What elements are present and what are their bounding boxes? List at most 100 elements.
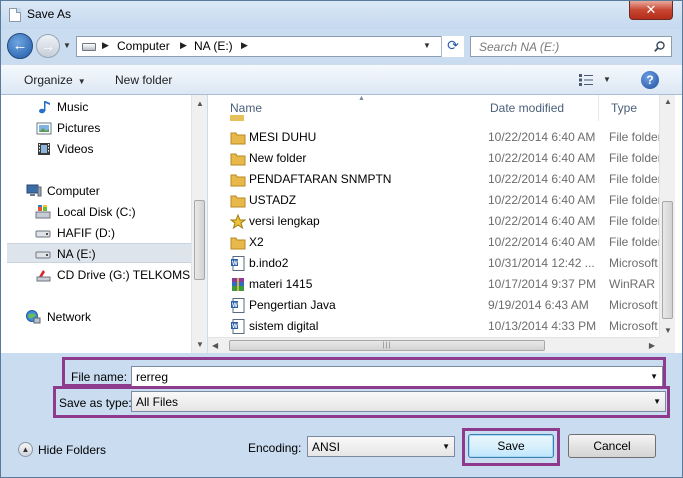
file-list-horizontal-scrollbar[interactable]: ◀ ||| ▶: [208, 337, 659, 353]
column-header-date[interactable]: Date modified: [478, 95, 599, 121]
address-bar[interactable]: ▶ Computer ▶ NA (E:) ▶ ▼: [76, 36, 464, 57]
scroll-down-icon[interactable]: ▼: [196, 340, 204, 349]
file-name: materi 1415: [249, 277, 313, 291]
folder-icon: [230, 195, 246, 208]
drive-icon: [35, 230, 51, 238]
file-name-input[interactable]: rerreg ▼: [131, 366, 663, 387]
file-name-label: File name:: [71, 370, 128, 384]
scroll-up-icon[interactable]: ▲: [196, 99, 204, 108]
nav-item-videos[interactable]: Videos: [1, 139, 191, 159]
help-icon[interactable]: ?: [641, 71, 659, 89]
scroll-down-icon[interactable]: ▼: [664, 326, 672, 335]
file-list-vertical-scrollbar[interactable]: ▲ ▼: [659, 95, 675, 337]
file-row[interactable]: New folder 10/22/2014 6:40 AM File folde…: [218, 148, 662, 169]
back-button[interactable]: ←: [7, 33, 33, 59]
scroll-left-icon[interactable]: ◀: [212, 341, 218, 350]
folder-icon: [230, 153, 246, 166]
file-row[interactable]: W Pengertian Java 9/19/2014 6:43 AM Micr…: [218, 295, 662, 316]
hide-folders-toggle[interactable]: ▲: [18, 442, 33, 457]
nav-item-local-disk[interactable]: Local Disk (C:): [1, 202, 191, 222]
scrollbar-thumb[interactable]: |||: [229, 340, 545, 351]
file-row[interactable]: X2 10/22/2014 6:40 AM File folder: [218, 232, 662, 253]
file-row[interactable]: versi lengkap 10/22/2014 6:40 AM File fo…: [218, 211, 662, 232]
nav-item-na-drive[interactable]: NA (E:): [7, 243, 191, 263]
organize-button[interactable]: Organize ▼: [24, 73, 86, 87]
file-row[interactable]: MESI DUHU 10/22/2014 6:40 AM File folder: [218, 127, 662, 148]
encoding-value: ANSI: [312, 440, 341, 454]
views-icon[interactable]: [579, 74, 593, 86]
scroll-up-icon[interactable]: ▲: [664, 97, 672, 106]
chevron-down-icon: ▼: [77, 77, 86, 86]
file-row[interactable]: W b.indo2 10/31/2014 12:42 ... Microsoft: [218, 253, 662, 274]
nav-pane-scrollbar[interactable]: ▲ ▼: [191, 95, 207, 353]
chevron-right-icon[interactable]: ▶: [241, 40, 248, 51]
nav-item-network[interactable]: Network: [1, 307, 191, 327]
refresh-button[interactable]: ⟳: [441, 36, 464, 57]
file-list: Name ▲ Date modified Type MESI DUHU 10/2…: [208, 95, 682, 353]
hide-folders-label[interactable]: Hide Folders: [38, 443, 106, 457]
cancel-button[interactable]: Cancel: [568, 434, 656, 458]
nav-item-music[interactable]: Music: [1, 97, 191, 117]
search-icon[interactable]: [654, 41, 665, 52]
scrollbar-corner: [659, 337, 675, 353]
nav-item-pictures[interactable]: Pictures: [1, 118, 191, 138]
file-name: New folder: [249, 151, 307, 165]
scrollbar-thumb[interactable]: [662, 201, 673, 319]
file-row[interactable]: PENDAFTARAN SNMPTN 10/22/2014 6:40 AM Fi…: [218, 169, 662, 190]
file-name-value: rerreg: [136, 370, 169, 384]
command-bar: Organize ▼ New folder ▼ ?: [1, 64, 682, 95]
nav-item-computer[interactable]: Computer: [1, 181, 191, 201]
breadcrumb-drive[interactable]: NA (E:): [194, 39, 233, 53]
computer-icon: [26, 184, 42, 197]
pictures-icon: [36, 122, 52, 135]
local-disk-icon: [35, 205, 51, 219]
column-header-name[interactable]: Name ▲: [218, 95, 488, 121]
file-type: Microsoft: [609, 256, 658, 270]
recent-pages-dropdown[interactable]: ▼: [63, 41, 71, 50]
save-type-select[interactable]: All Files ▼: [131, 391, 666, 412]
nav-item-label: HAFIF (D:): [57, 226, 115, 240]
file-name: MESI DUHU: [249, 130, 317, 144]
file-date: 10/22/2014 6:40 AM: [488, 235, 596, 249]
file-name: sistem digital: [249, 319, 319, 333]
star-folder-icon: [230, 214, 246, 229]
encoding-select[interactable]: ANSI ▼: [307, 436, 455, 457]
save-type-label: Save as type:: [59, 396, 132, 410]
scrollbar-thumb[interactable]: [194, 200, 205, 280]
views-dropdown[interactable]: ▼: [603, 75, 611, 84]
encoding-label: Encoding:: [248, 441, 302, 455]
videos-icon: [38, 143, 50, 155]
nav-item-label: Network: [47, 310, 92, 324]
file-type: File folder: [609, 130, 662, 144]
file-row[interactable]: USTADZ 10/22/2014 6:40 AM File folder: [218, 190, 662, 211]
breadcrumb-computer[interactable]: Computer: [117, 39, 170, 53]
file-row[interactable]: materi 1415 10/17/2014 9:37 PM WinRAR: [218, 274, 662, 295]
sort-ascending-icon: ▲: [358, 95, 365, 102]
nav-item-hafif-drive[interactable]: HAFIF (D:): [1, 223, 191, 243]
music-icon: [39, 101, 50, 114]
new-folder-button[interactable]: New folder: [115, 73, 172, 87]
nav-item-label: NA (E:): [57, 247, 96, 261]
scroll-right-icon[interactable]: ▶: [649, 341, 655, 350]
file-name: USTADZ: [249, 193, 297, 207]
chevron-right-icon[interactable]: ▶: [180, 40, 187, 51]
save-button[interactable]: Save: [468, 434, 554, 458]
address-history-dropdown[interactable]: ▼: [423, 41, 431, 50]
search-input[interactable]: Search NA (E:): [470, 36, 672, 57]
navigation-pane: Music Pictures Videos Computer Local Dis…: [1, 95, 207, 353]
file-date: 10/22/2014 6:40 AM: [488, 193, 596, 207]
organize-label: Organize: [24, 73, 73, 87]
file-name: X2: [249, 235, 264, 249]
column-header-label: Type: [611, 101, 638, 115]
chevron-right-icon[interactable]: ▶: [102, 40, 109, 51]
file-date: 10/17/2014 9:37 PM: [488, 277, 597, 291]
file-row[interactable]: W sistem digital 10/13/2014 4:33 PM Micr…: [218, 316, 662, 337]
chevron-down-icon[interactable]: ▼: [650, 372, 658, 381]
word-doc-icon: W: [231, 319, 245, 334]
document-icon: [9, 8, 21, 22]
close-button[interactable]: ✕: [629, 1, 673, 20]
nav-item-label: Videos: [57, 142, 94, 156]
nav-item-cd-drive[interactable]: CD Drive (G:) TELKOMSEL: [1, 265, 205, 285]
nav-item-label: Local Disk (C:): [57, 205, 136, 219]
forward-button[interactable]: →: [36, 34, 60, 58]
